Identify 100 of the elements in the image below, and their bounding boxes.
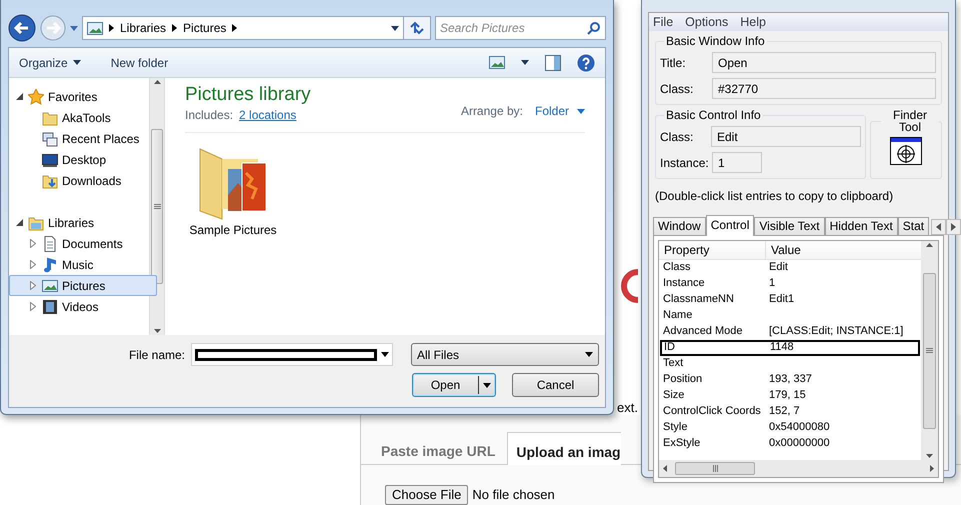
caret-icon[interactable] [521,60,529,65]
property-cell-text: Text [662,357,684,371]
crosshair-icon[interactable] [890,137,922,165]
toolbar-button[interactable]: New folder [110,54,168,72]
file-type-dropdown[interactable]: All Files [411,343,599,366]
scroll-down-icon[interactable] [154,329,160,333]
expand-icon[interactable] [30,239,36,248]
star-icon [28,88,44,104]
list-row[interactable]: Position 193, 337 [660,372,920,388]
dialog-button[interactable]: Cancel [512,373,599,397]
expand-icon[interactable] [30,302,36,311]
grip-icon [926,348,933,353]
nav-item[interactable]: Music [9,254,157,275]
scroll-down-icon[interactable] [926,454,933,458]
property-cell-text: ControlClick Coords [662,405,762,419]
value-cell-text: 152, 7 [768,405,801,419]
tab[interactable]: Window [653,217,706,235]
tab[interactable]: Control [706,215,754,236]
list-row[interactable]: ExStyle 0x00000000 [660,436,920,452]
scroll-right-icon[interactable] [951,223,956,231]
nav-item[interactable]: Recent Places [9,128,157,149]
expand-icon[interactable] [30,260,36,269]
list-row[interactable]: Text [660,356,920,372]
caret-icon[interactable] [381,352,389,357]
pictures-icon [87,22,103,34]
item-label[interactable]: Sample Pictures [185,220,281,239]
nav-item[interactable]: Libraries [9,212,157,233]
nav-item[interactable]: Pictures [9,275,157,296]
outlined-row[interactable]: ID 1148 [660,340,920,356]
scroll-left-icon[interactable] [936,223,942,231]
list-row[interactable]: Instance 1 [660,276,920,292]
scroll-right-icon[interactable] [930,465,934,472]
breadcrumb-item[interactable]: Pictures [183,19,226,37]
tab[interactable]: Visible Text [754,217,825,235]
scroll-up-icon[interactable] [926,243,933,247]
list-row[interactable]: Name [660,308,920,324]
menu-item[interactable]: Help [740,12,766,32]
back-icon[interactable] [8,14,36,42]
scrollbar[interactable] [921,241,938,460]
property-cell-text: Name [662,309,694,323]
scroll-up-icon[interactable] [154,80,160,84]
property-cell-text: Position [662,373,704,387]
caret-icon [72,60,81,65]
tab[interactable]: Stat [898,217,930,235]
nav-item[interactable]: Documents [9,233,157,254]
list-row[interactable]: Size 179, 15 [660,388,920,404]
nav-item[interactable]: Downloads [9,170,157,191]
locations-link[interactable]: 2 locations [239,106,296,124]
group-title: Finder Tool [892,109,928,133]
chevron-icon [109,24,114,32]
preview-pane-icon[interactable] [545,54,561,70]
tab[interactable]: Hidden Text [824,217,898,235]
search-icon [587,21,601,35]
toolbar-button[interactable]: Organize [19,54,81,72]
hint-text: (Double-click list entries to copy to clipboard) [655,188,894,205]
list-row[interactable]: Advanced Mode [CLASS:Edit; INSTANCE:1] [660,324,920,340]
nav-item[interactable]: AkaTools [9,107,157,128]
nav-item[interactable]: Favorites [9,86,157,107]
scrollbar[interactable] [149,78,165,335]
view-icon[interactable] [489,56,505,69]
list-row[interactable]: ControlClick Coords 152, 7 [660,404,920,420]
nav-item[interactable]: Videos [9,296,157,317]
file-name-label: File name: [128,346,185,364]
collapse-icon[interactable] [16,219,22,226]
refresh-button[interactable] [403,16,431,40]
help-icon[interactable] [577,54,595,72]
value-cell-text: 193, 337 [768,373,813,387]
split-button[interactable]: Open [412,373,496,397]
pictures-icon [42,278,58,294]
scrollbar[interactable] [659,460,938,477]
scroll-left-icon[interactable] [663,465,667,472]
list-row[interactable]: ClassnameNN Edit1 [660,292,920,308]
collapse-icon[interactable] [16,93,22,100]
file-name-field[interactable] [191,343,393,366]
menu-item[interactable]: Options [685,12,728,32]
property-cell-text: Style [662,421,688,435]
value-cell-text: 1148 [769,342,795,354]
nav-item[interactable]: Desktop [9,149,157,170]
library-title: Pictures library [185,85,311,106]
desktop-icon [42,152,58,168]
list-row[interactable]: Style 0x54000080 [660,420,920,436]
value-cell-text: 0x00000000 [768,437,831,451]
address-bar[interactable]: Libraries Pictures [82,16,404,40]
partial-text: ext. [617,399,638,417]
value-cell-text: Edit1 [768,293,796,307]
search-field[interactable]: Search Pictures [435,16,606,40]
list-row[interactable]: Class Edit [660,260,920,276]
arrange-dropdown[interactable]: Folder [534,102,585,120]
field-label: Class: [660,80,694,98]
property-cell-text: Instance [662,277,706,291]
menu-item[interactable]: File [653,12,674,32]
breadcrumb-item[interactable]: Libraries [120,19,166,37]
expand-icon[interactable] [30,281,36,290]
page-tab[interactable]: Upload an imag [507,432,621,465]
choose-file-button[interactable]: Choose File [385,485,468,505]
recent-icon [42,130,58,146]
column-header[interactable]: Value [766,241,806,259]
column-header[interactable]: Property [659,241,766,259]
page-tab[interactable]: Paste image URL [361,432,508,464]
caret-icon[interactable] [391,26,399,30]
